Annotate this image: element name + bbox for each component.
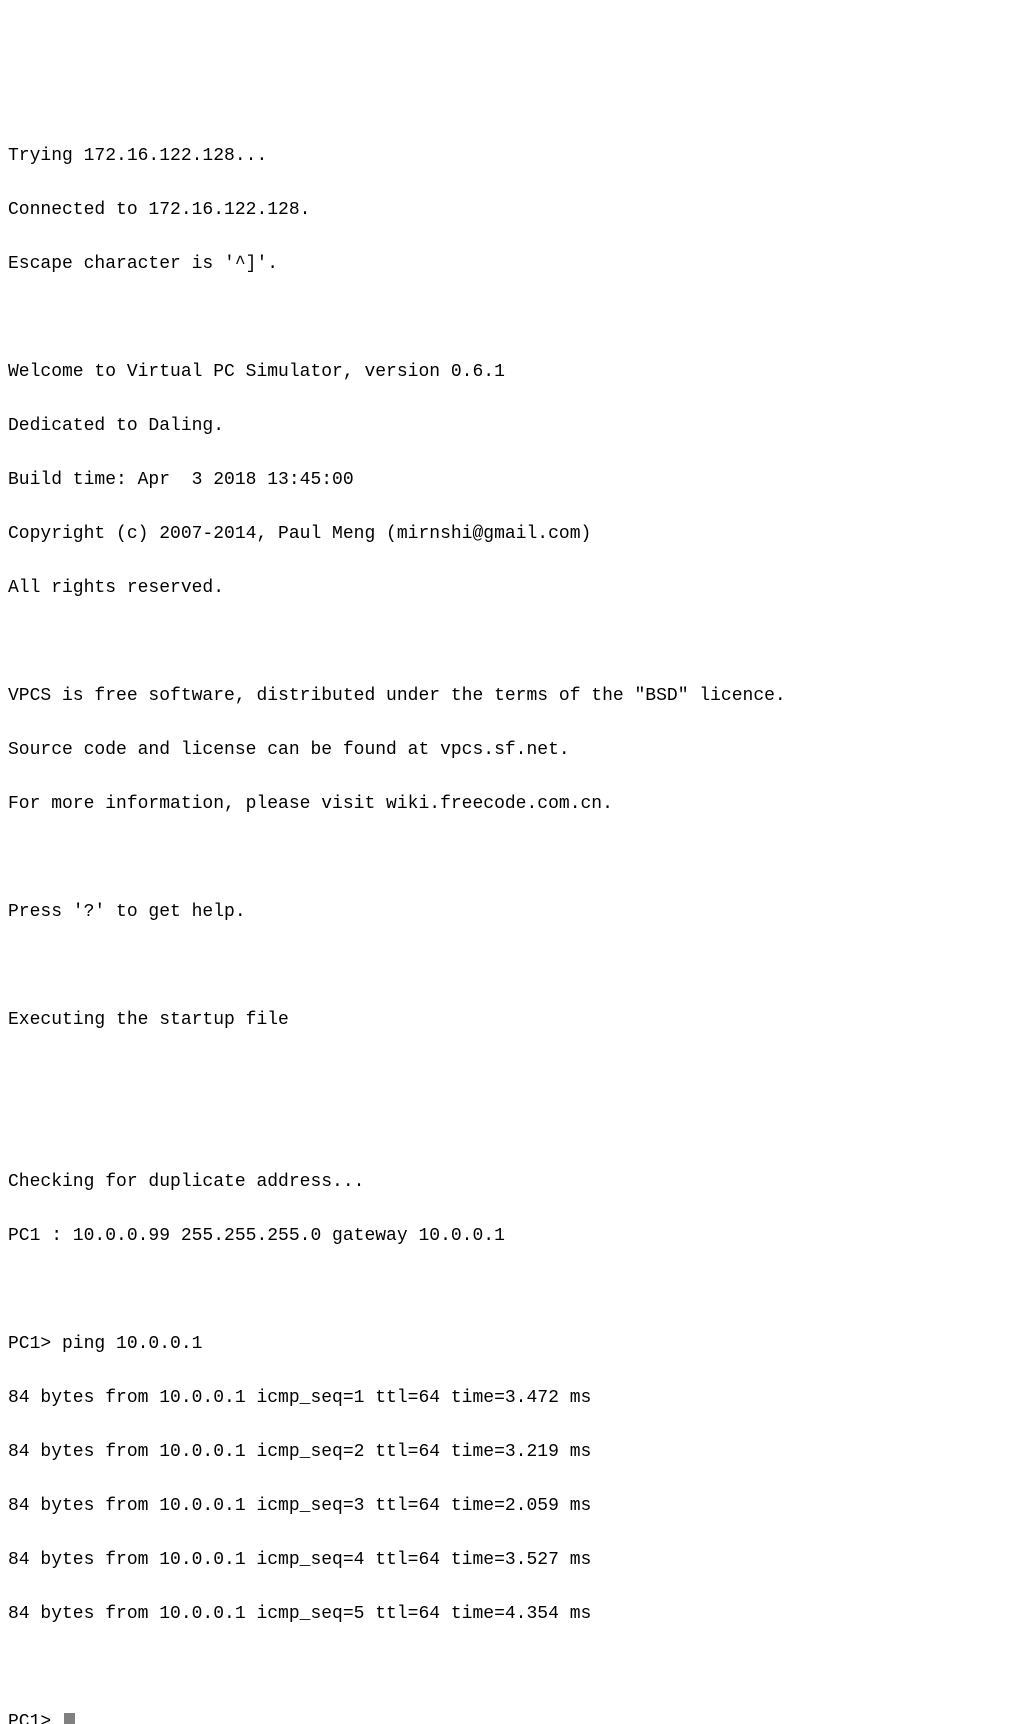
prompt-text: PC1> (8, 1709, 62, 1724)
output-line (8, 1115, 1026, 1142)
output-line (8, 1277, 1026, 1304)
output-line: Dedicated to Daling. (8, 413, 1026, 440)
output-line: Connected to 172.16.122.128. (8, 197, 1026, 224)
output-line: All rights reserved. (8, 575, 1026, 602)
prompt-line[interactable]: PC1> (8, 1709, 1026, 1724)
ping-result: 84 bytes from 10.0.0.1 icmp_seq=4 ttl=64… (8, 1547, 1026, 1574)
output-line: Trying 172.16.122.128... (8, 143, 1026, 170)
output-line (8, 1655, 1026, 1682)
output-line: Build time: Apr 3 2018 13:45:00 (8, 467, 1026, 494)
output-line (8, 845, 1026, 872)
ping-result: 84 bytes from 10.0.0.1 icmp_seq=3 ttl=64… (8, 1493, 1026, 1520)
output-line (8, 305, 1026, 332)
output-line: Executing the startup file (8, 1007, 1026, 1034)
ping-result: 84 bytes from 10.0.0.1 icmp_seq=1 ttl=64… (8, 1385, 1026, 1412)
terminal-output[interactable]: Trying 172.16.122.128... Connected to 17… (8, 116, 1026, 1724)
command-line: PC1> ping 10.0.0.1 (8, 1331, 1026, 1358)
output-line (8, 629, 1026, 656)
output-line: Press '?' to get help. (8, 899, 1026, 926)
output-line: Copyright (c) 2007-2014, Paul Meng (mirn… (8, 521, 1026, 548)
output-line (8, 1061, 1026, 1088)
ping-result: 84 bytes from 10.0.0.1 icmp_seq=5 ttl=64… (8, 1601, 1026, 1628)
output-line: VPCS is free software, distributed under… (8, 683, 1026, 710)
output-line: For more information, please visit wiki.… (8, 791, 1026, 818)
ping-result: 84 bytes from 10.0.0.1 icmp_seq=2 ttl=64… (8, 1439, 1026, 1466)
output-line: Checking for duplicate address... (8, 1169, 1026, 1196)
output-line: Welcome to Virtual PC Simulator, version… (8, 359, 1026, 386)
output-line: Source code and license can be found at … (8, 737, 1026, 764)
output-line: Escape character is '^]'. (8, 251, 1026, 278)
output-line: PC1 : 10.0.0.99 255.255.255.0 gateway 10… (8, 1223, 1026, 1250)
cursor-icon (64, 1713, 75, 1724)
output-line (8, 953, 1026, 980)
